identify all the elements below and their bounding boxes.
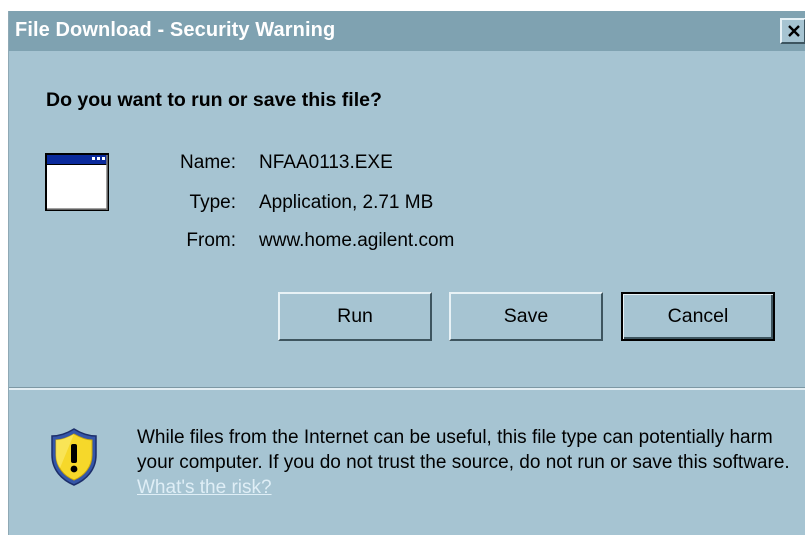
type-value: Application, 2.71 MB (259, 192, 434, 213)
shield-warning-icon (51, 428, 97, 486)
from-value: www.home.agilent.com (259, 230, 455, 251)
run-button[interactable]: Run (278, 292, 432, 341)
application-window-icon (45, 153, 109, 211)
close-icon (788, 25, 800, 37)
cancel-button[interactable]: Cancel (621, 292, 775, 341)
close-button[interactable] (780, 18, 805, 44)
separator (9, 387, 805, 390)
type-label: Type: (189, 192, 236, 213)
title-bar[interactable]: File Download - Security Warning (9, 11, 805, 51)
name-label: Name: (180, 152, 236, 173)
security-warning-message: While files from the Internet can be use… (137, 425, 797, 500)
name-value: NFAA0113.EXE (259, 152, 393, 173)
save-button[interactable]: Save (449, 292, 603, 341)
window-title: File Download - Security Warning (15, 19, 336, 41)
whats-the-risk-link[interactable]: What's the risk? (137, 477, 272, 498)
warning-text: While files from the Internet can be use… (137, 427, 790, 473)
from-label: From: (186, 230, 236, 251)
security-warning-dialog: File Download - Security Warning Do you … (8, 11, 805, 535)
dialog-question: Do you want to run or save this file? (46, 89, 382, 111)
